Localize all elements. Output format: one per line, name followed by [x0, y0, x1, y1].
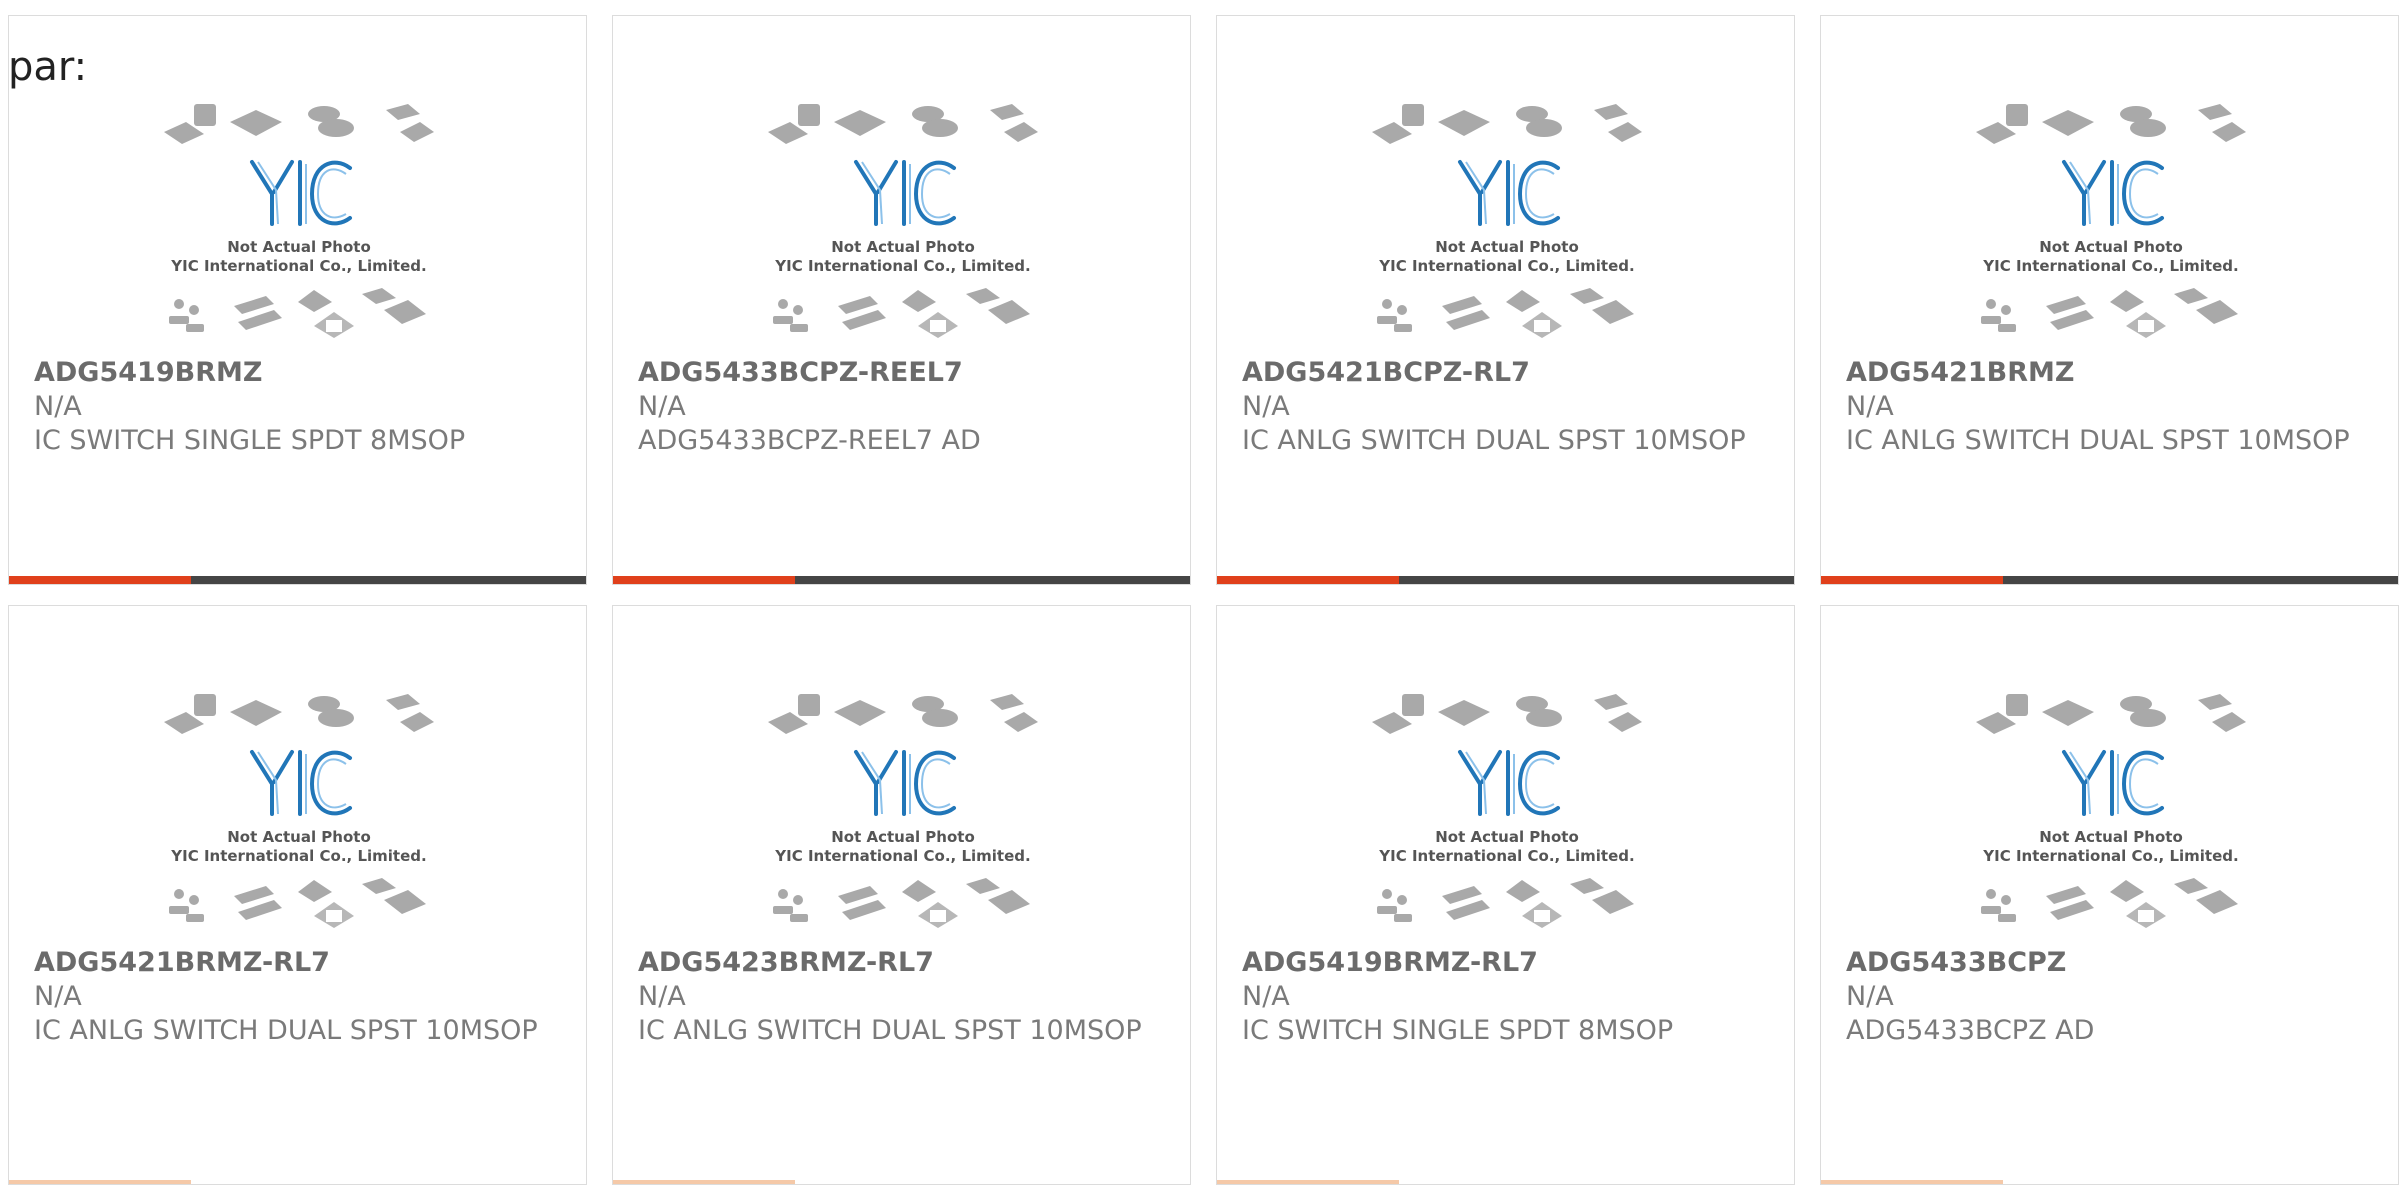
accent-bar — [1217, 1180, 1399, 1184]
description: IC ANLG SWITCH DUAL SPST 10MSOP — [34, 1015, 538, 1046]
description: IC ANLG SWITCH DUAL SPST 10MSOP — [638, 1015, 1142, 1046]
part-number[interactable]: ADG5419BRMZ — [34, 356, 566, 390]
product-info: ADG5421BRMZ N/A IC ANLG SWITCH DUAL SPST… — [1846, 356, 2378, 458]
product-image: Not Actual Photo YIC International Co., … — [768, 104, 1038, 359]
product-card[interactable]: Not Actual Photo YIC International Co., … — [8, 15, 587, 585]
product-image: Not Actual Photo YIC International Co., … — [1976, 104, 2246, 359]
page-label: par: — [8, 44, 88, 90]
part-number[interactable]: ADG5421BCPZ-RL7 — [1242, 356, 1774, 390]
accent-bar — [1821, 1180, 2003, 1184]
caption-line1: Not Actual Photo — [831, 238, 975, 256]
accent-bar — [1821, 576, 2003, 584]
caption-line1: Not Actual Photo — [1435, 238, 1579, 256]
caption-line2: YIC International Co., Limited. — [774, 257, 1030, 275]
product-info: ADG5421BCPZ-RL7 N/A IC ANLG SWITCH DUAL … — [1242, 356, 1774, 458]
product-grid: Not Actual Photo YIC International Co., … — [8, 15, 2399, 1185]
caption-line1: Not Actual Photo — [831, 828, 975, 846]
card-progress-bar — [9, 576, 586, 584]
caption-line2: YIC International Co., Limited. — [170, 847, 426, 865]
product-image: Not Actual Photo YIC International Co., … — [1372, 104, 1642, 359]
manufacturer: N/A — [638, 981, 686, 1012]
accent-bar — [9, 576, 191, 584]
manufacturer: N/A — [1846, 981, 1894, 1012]
product-info: ADG5419BRMZ-RL7 N/A IC SWITCH SINGLE SPD… — [1242, 946, 1774, 1048]
caption-line2: YIC International Co., Limited. — [774, 847, 1030, 865]
card-progress-bar — [9, 1180, 586, 1184]
description: ADG5433BCPZ-REEL7 AD — [638, 425, 981, 456]
product-image: Not Actual Photo YIC International Co., … — [768, 694, 1038, 949]
caption-line1: Not Actual Photo — [227, 238, 371, 256]
description: IC ANLG SWITCH DUAL SPST 10MSOP — [1846, 425, 2350, 456]
product-card[interactable]: Not Actual Photo YIC International Co., … — [1216, 605, 1795, 1185]
caption-line2: YIC International Co., Limited. — [1982, 847, 2238, 865]
part-number[interactable]: ADG5419BRMZ-RL7 — [1242, 946, 1774, 980]
caption-line2: YIC International Co., Limited. — [1982, 257, 2238, 275]
card-progress-bar — [613, 1180, 1190, 1184]
product-image: Not Actual Photo YIC International Co., … — [1372, 694, 1642, 949]
description: ADG5433BCPZ AD — [1846, 1015, 2095, 1046]
manufacturer: N/A — [34, 981, 82, 1012]
manufacturer: N/A — [1846, 391, 1894, 422]
product-card[interactable]: Not Actual Photo YIC International Co., … — [612, 15, 1191, 585]
caption-line2: YIC International Co., Limited. — [1378, 257, 1634, 275]
product-card[interactable]: Not Actual Photo YIC International Co., … — [1820, 605, 2399, 1185]
caption-line2: YIC International Co., Limited. — [170, 257, 426, 275]
accent-bar — [1217, 576, 1399, 584]
card-progress-bar — [1217, 1180, 1794, 1184]
manufacturer: N/A — [1242, 981, 1290, 1012]
accent-bar — [613, 576, 795, 584]
card-progress-bar — [1821, 1180, 2398, 1184]
part-number[interactable]: ADG5433BCPZ-REEL7 — [638, 356, 1170, 390]
product-card[interactable]: Not Actual Photo YIC International Co., … — [8, 605, 587, 1185]
product-info: ADG5423BRMZ-RL7 N/A IC ANLG SWITCH DUAL … — [638, 946, 1170, 1048]
manufacturer: N/A — [638, 391, 686, 422]
product-card[interactable]: Not Actual Photo YIC International Co., … — [1820, 15, 2399, 585]
part-number[interactable]: ADG5433BCPZ — [1846, 946, 2378, 980]
product-card[interactable]: Not Actual Photo YIC International Co., … — [612, 605, 1191, 1185]
caption-line1: Not Actual Photo — [2039, 238, 2183, 256]
product-info: ADG5421BRMZ-RL7 N/A IC ANLG SWITCH DUAL … — [34, 946, 566, 1048]
description: IC SWITCH SINGLE SPDT 8MSOP — [1242, 1015, 1674, 1046]
product-image: Not Actual Photo YIC International Co., … — [164, 694, 434, 949]
description: IC SWITCH SINGLE SPDT 8MSOP — [34, 425, 466, 456]
caption-line2: YIC International Co., Limited. — [1378, 847, 1634, 865]
product-info: ADG5433BCPZ-REEL7 N/A ADG5433BCPZ-REEL7 … — [638, 356, 1170, 458]
accent-bar — [613, 1180, 795, 1184]
caption-line1: Not Actual Photo — [1435, 828, 1579, 846]
part-number[interactable]: ADG5423BRMZ-RL7 — [638, 946, 1170, 980]
caption-line1: Not Actual Photo — [227, 828, 371, 846]
card-progress-bar — [1217, 576, 1794, 584]
product-info: ADG5433BCPZ N/A ADG5433BCPZ AD — [1846, 946, 2378, 1048]
accent-bar — [9, 1180, 191, 1184]
description: IC ANLG SWITCH DUAL SPST 10MSOP — [1242, 425, 1746, 456]
card-progress-bar — [1821, 576, 2398, 584]
manufacturer: N/A — [34, 391, 82, 422]
manufacturer: N/A — [1242, 391, 1290, 422]
part-number[interactable]: ADG5421BRMZ — [1846, 356, 2378, 390]
part-number[interactable]: ADG5421BRMZ-RL7 — [34, 946, 566, 980]
product-image: Not Actual Photo YIC International Co., … — [164, 104, 434, 359]
product-card[interactable]: Not Actual Photo YIC International Co., … — [1216, 15, 1795, 585]
product-image: Not Actual Photo YIC International Co., … — [1976, 694, 2246, 949]
product-info: ADG5419BRMZ N/A IC SWITCH SINGLE SPDT 8M… — [34, 356, 566, 458]
card-progress-bar — [613, 576, 1190, 584]
caption-line1: Not Actual Photo — [2039, 828, 2183, 846]
